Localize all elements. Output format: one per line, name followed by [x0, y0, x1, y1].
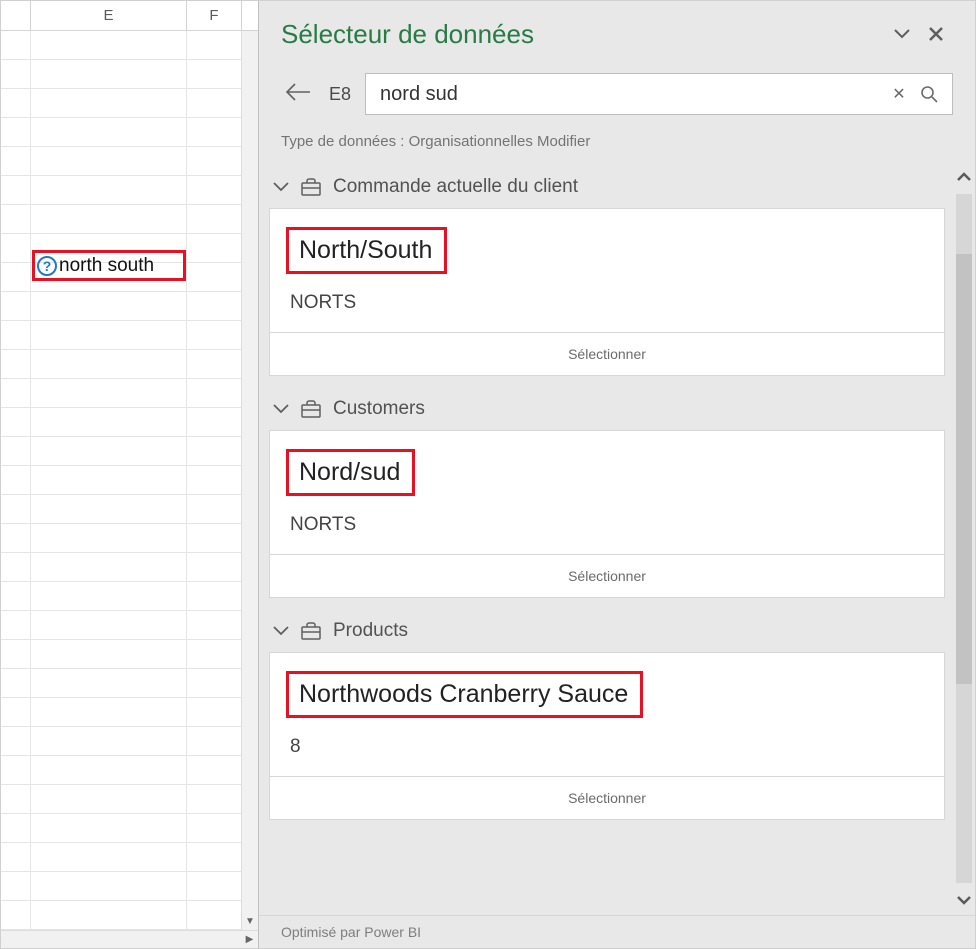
- result-subtitle: 8: [290, 736, 924, 758]
- back-button[interactable]: [281, 76, 315, 112]
- grid-row[interactable]: [1, 872, 258, 901]
- grid-row[interactable]: [1, 147, 258, 176]
- close-icon: [928, 26, 944, 42]
- grid-row[interactable]: [1, 263, 258, 292]
- grid-row[interactable]: [1, 611, 258, 640]
- scroll-thumb[interactable]: [956, 254, 972, 684]
- grid-row[interactable]: [1, 553, 258, 582]
- scroll-right-icon[interactable]: ▶: [241, 931, 258, 948]
- grid-row[interactable]: [1, 524, 258, 553]
- column-headers: E F: [1, 1, 258, 31]
- data-selector-panel: Sélecteur de données E8 ✕: [259, 1, 975, 948]
- panel-menu-button[interactable]: [885, 17, 919, 51]
- chevron-down-icon: [957, 895, 971, 905]
- group-header[interactable]: Commande actuelle du client: [269, 162, 945, 208]
- search-input[interactable]: [380, 83, 884, 106]
- result-subtitle: NORTS: [290, 514, 924, 536]
- grid-row[interactable]: [1, 321, 258, 350]
- vertical-scrollbar[interactable]: ▼: [241, 31, 258, 930]
- arrow-left-icon: [285, 83, 311, 101]
- search-field-wrap: ✕: [365, 73, 953, 115]
- select-button[interactable]: Sélectionner: [270, 776, 944, 819]
- grid-row[interactable]: [1, 698, 258, 727]
- grid-row[interactable]: [1, 292, 258, 321]
- group-header[interactable]: Products: [269, 606, 945, 652]
- grid-row[interactable]: [1, 234, 258, 263]
- clear-search-button[interactable]: ✕: [884, 79, 914, 109]
- horizontal-scrollbar[interactable]: ▶: [1, 930, 258, 948]
- grid-row[interactable]: [1, 756, 258, 785]
- scroll-track[interactable]: [956, 194, 972, 883]
- result-card: Nord/sud NORTS Sélectionner: [269, 430, 945, 598]
- panel-footer: Optimisé par Power BI: [259, 915, 975, 948]
- grid-row[interactable]: [1, 60, 258, 89]
- close-icon: ✕: [892, 84, 905, 104]
- result-card: North/South NORTS Sélectionner: [269, 208, 945, 376]
- group-title: Products: [333, 620, 408, 642]
- chevron-down-icon: [273, 182, 289, 192]
- panel-close-button[interactable]: [919, 17, 953, 51]
- select-all-corner[interactable]: [1, 1, 31, 30]
- briefcase-icon: [301, 400, 321, 418]
- column-header-e[interactable]: E: [31, 1, 187, 30]
- grid-row[interactable]: [1, 640, 258, 669]
- grid-row[interactable]: [1, 582, 258, 611]
- grid-row[interactable]: [1, 901, 258, 930]
- chevron-down-icon: [273, 404, 289, 414]
- grid-row[interactable]: [1, 466, 258, 495]
- group-title: Commande actuelle du client: [333, 176, 578, 198]
- result-subtitle: NORTS: [290, 292, 924, 314]
- briefcase-icon: [301, 178, 321, 196]
- results-list: Commande actuelle du client North/South …: [269, 162, 953, 905]
- grid-row[interactable]: [1, 669, 258, 698]
- grid-row[interactable]: [1, 785, 258, 814]
- grid-row[interactable]: [1, 727, 258, 756]
- grid-row[interactable]: [1, 350, 258, 379]
- result-card: Northwoods Cranberry Sauce 8 Sélectionne…: [269, 652, 945, 820]
- chevron-up-icon: [957, 172, 971, 182]
- group-title: Customers: [333, 398, 425, 420]
- result-title: Northwoods Cranberry Sauce: [299, 680, 628, 709]
- grid-row[interactable]: [1, 814, 258, 843]
- grid-row[interactable]: [1, 176, 258, 205]
- scroll-down-icon[interactable]: ▼: [242, 913, 258, 930]
- cell-reference: E8: [329, 84, 351, 105]
- grid-row[interactable]: [1, 118, 258, 147]
- result-title: North/South: [299, 236, 432, 265]
- grid-body[interactable]: ? north south: [1, 31, 258, 948]
- grid-row[interactable]: [1, 205, 258, 234]
- grid-row[interactable]: [1, 408, 258, 437]
- grid-row[interactable]: [1, 379, 258, 408]
- search-icon: [920, 85, 938, 103]
- result-title: Nord/sud: [299, 458, 400, 487]
- group-header[interactable]: Customers: [269, 384, 945, 430]
- chevron-down-icon: [894, 29, 910, 39]
- results-scrollbar[interactable]: [953, 162, 975, 915]
- select-button[interactable]: Sélectionner: [270, 554, 944, 597]
- scroll-down-button[interactable]: [953, 885, 975, 915]
- grid-row[interactable]: [1, 843, 258, 872]
- grid-row[interactable]: [1, 31, 258, 60]
- spreadsheet-pane: E F ? north south ▼ ▶: [1, 1, 259, 948]
- column-header-f[interactable]: F: [187, 1, 242, 30]
- chevron-down-icon: [273, 626, 289, 636]
- select-button[interactable]: Sélectionner: [270, 332, 944, 375]
- grid-row[interactable]: [1, 89, 258, 118]
- grid-row[interactable]: [1, 495, 258, 524]
- panel-title: Sélecteur de données: [281, 19, 885, 50]
- search-button[interactable]: [914, 79, 944, 109]
- scroll-up-button[interactable]: [953, 162, 975, 192]
- briefcase-icon: [301, 622, 321, 640]
- data-type-line[interactable]: Type de données : Organisationnelles Mod…: [259, 133, 975, 162]
- grid-row[interactable]: [1, 437, 258, 466]
